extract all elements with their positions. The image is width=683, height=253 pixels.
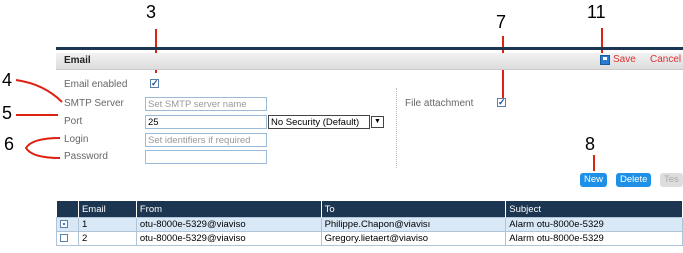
subject-cell: Alarm otu-8000e-5329 [505, 217, 683, 232]
smtp-server-input[interactable]: Set SMTP server name [145, 97, 267, 111]
table-row[interactable]: 2 otu-8000e-5329@viaviso Gregory.lietaer… [56, 231, 683, 246]
smtp-server-label: SMTP Server [64, 98, 124, 109]
panel-title: Email [64, 55, 91, 66]
callout-8-line [593, 155, 595, 171]
login-input[interactable]: Set identifiers if required [145, 133, 267, 147]
to-cell: Gregory.lietaert@viaviso [320, 231, 507, 246]
panel-top-bar [56, 47, 683, 50]
email-enabled-label: Email enabled [64, 79, 128, 90]
delete-button[interactable]: Delete [616, 173, 652, 187]
port-input[interactable]: 25 [145, 115, 267, 129]
column-header-email[interactable]: Email [78, 201, 137, 218]
callout-5: 5 [2, 103, 13, 123]
callout-8: 8 [585, 134, 596, 154]
email-cell: 2 [77, 231, 137, 246]
panel-header [56, 53, 683, 70]
file-attachment-checkbox[interactable]: ✓ [497, 98, 506, 107]
callout-6-bracket [24, 137, 61, 159]
callout-6: 6 [4, 134, 15, 154]
callout-5-line [16, 114, 58, 116]
new-button[interactable]: New [580, 173, 608, 187]
save-button[interactable]: Save [600, 54, 636, 65]
from-cell: otu-8000e-5329@viaviso [135, 217, 322, 232]
from-cell: otu-8000e-5329@viaviso [135, 231, 322, 246]
email-cell: 1 [77, 217, 137, 232]
save-icon [600, 54, 610, 65]
table-header-row: Email From To Subject [56, 201, 683, 218]
to-cell: Philippe.Chapon@viavisı [320, 217, 507, 232]
callout-3: 3 [146, 2, 157, 22]
column-divider [396, 88, 397, 168]
email-table: Email From To Subject 1 otu-8000e-5329@v… [56, 201, 683, 246]
column-header-subject[interactable]: Subject [505, 201, 683, 218]
column-header-from[interactable]: From [136, 201, 322, 218]
row-checkbox[interactable] [60, 234, 68, 243]
callout-4: 4 [2, 70, 13, 90]
select-column-header [56, 201, 79, 218]
password-label: Password [64, 151, 108, 162]
table-row[interactable]: 1 otu-8000e-5329@viaviso Philippe.Chapon… [56, 217, 683, 232]
row-select-cell[interactable] [56, 217, 79, 232]
cancel-button[interactable]: Cancel [650, 54, 681, 65]
chevron-down-icon[interactable]: ▼ [371, 116, 384, 128]
row-checkbox[interactable] [60, 220, 68, 229]
callout-7: 7 [496, 12, 507, 32]
callout-11: 11 [587, 2, 606, 22]
email-enabled-checkbox[interactable]: ✓ [150, 79, 159, 88]
callout-4-line [15, 79, 63, 103]
password-input[interactable] [145, 150, 267, 164]
login-label: Login [64, 134, 89, 145]
save-label: Save [613, 54, 636, 65]
file-attachment-label: File attachment [405, 98, 474, 109]
row-select-cell[interactable] [56, 231, 79, 246]
subject-cell: Alarm otu-8000e-5329 [505, 231, 683, 246]
security-select[interactable]: No Security (Default) [268, 115, 370, 129]
port-label: Port [64, 116, 83, 127]
column-header-to[interactable]: To [321, 201, 507, 218]
test-button[interactable]: Tes [660, 173, 683, 187]
